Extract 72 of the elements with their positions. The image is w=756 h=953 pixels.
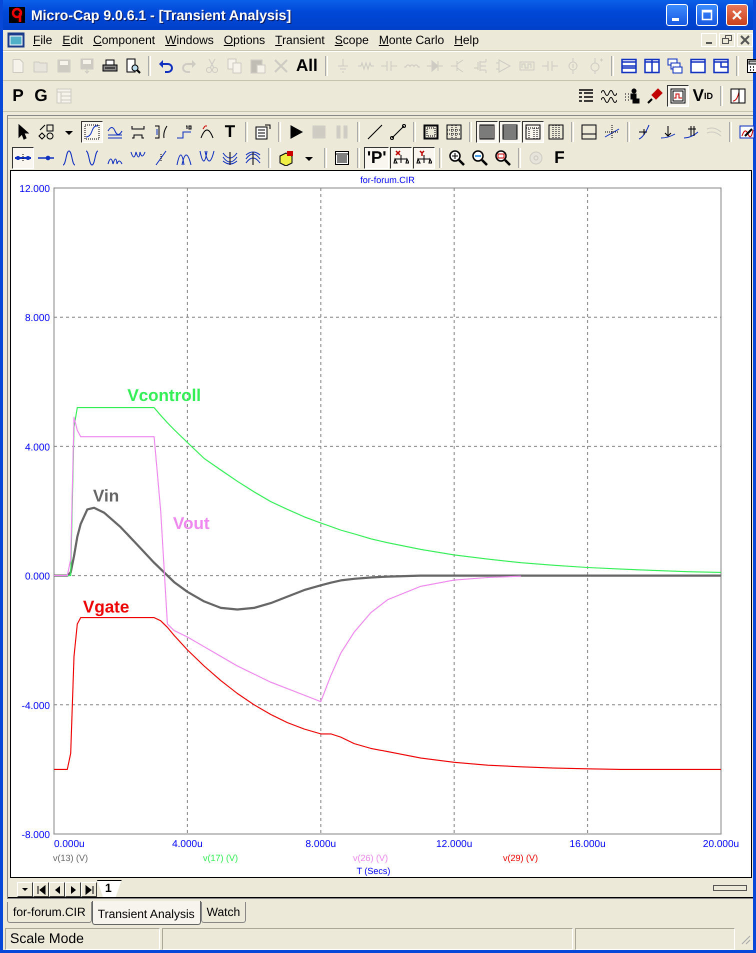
close-button[interactable] <box>737 33 753 47</box>
menu-item[interactable]: Windows <box>160 33 219 47</box>
menu-item[interactable]: Transient <box>270 33 330 47</box>
curve-label: Vcontroll <box>127 386 202 406</box>
next-page-button[interactable] <box>65 882 81 897</box>
axis-tick-label: 4.000 <box>24 442 50 454</box>
close-button[interactable] <box>726 4 748 26</box>
scope-screen-icon[interactable] <box>666 85 689 107</box>
curve-label: Vin <box>93 486 120 506</box>
toolbar-button[interactable]: P <box>7 85 29 107</box>
axis-tick-label: 20.000u <box>702 839 740 850</box>
menu-item[interactable]: Component <box>88 33 160 47</box>
axis-tick-label: -8.000 <box>22 830 50 841</box>
menu-item[interactable]: Options <box>218 33 270 47</box>
horizontal-lines-icon[interactable] <box>499 121 521 143</box>
axis-tick-label: -4.000 <box>22 700 50 712</box>
axis-tick-label: 0.000u <box>54 839 85 850</box>
axis-tick-label: 12.000u <box>436 839 472 850</box>
data-point-icon[interactable] <box>12 146 34 168</box>
axis-tick-label: 8.000 <box>24 313 50 324</box>
menu-item[interactable]: File <box>28 33 58 47</box>
curve-label: Vout <box>173 514 210 533</box>
axis-tick-label: 16.000u <box>570 839 606 850</box>
axis-tick-label: 4.000u <box>172 839 203 850</box>
y-scale-icon[interactable] <box>413 146 436 168</box>
axis-tick-label: 0.000 <box>24 572 50 583</box>
dotted-grid-icon[interactable] <box>522 121 544 143</box>
menu-item[interactable]: Scope <box>330 33 374 47</box>
close-icon <box>731 9 743 21</box>
maximize-button[interactable] <box>696 4 718 26</box>
toolbar-button[interactable]: T <box>219 121 241 143</box>
vertical-lines-icon[interactable] <box>476 121 498 143</box>
x-scale-icon[interactable] <box>390 146 412 168</box>
status-text: Scale Mode <box>5 928 160 950</box>
menu-item[interactable]: Edit <box>57 33 88 47</box>
toolbar-button[interactable]: All <box>293 55 321 77</box>
toolbar-button[interactable]: G <box>30 85 52 107</box>
close-icon <box>740 35 750 45</box>
chart-title: for-forum.CIR <box>360 175 415 185</box>
curve-label: Vgate <box>83 598 130 617</box>
minimize-icon <box>706 42 712 44</box>
curve-select-icon[interactable] <box>81 121 103 143</box>
minimize-icon <box>672 18 678 20</box>
last-page-button[interactable] <box>81 882 97 897</box>
splitter-handle[interactable] <box>713 885 747 891</box>
minimize-button[interactable] <box>666 4 688 26</box>
minimize-button[interactable] <box>701 33 717 47</box>
page-tab[interactable]: 1 <box>97 880 122 897</box>
first-page-button[interactable] <box>33 882 49 897</box>
menu-item[interactable]: Monte Carlo <box>374 33 450 47</box>
axis-title: T (Secs) <box>356 866 390 876</box>
document-tab[interactable]: Watch <box>200 902 246 923</box>
document-window-icon[interactable] <box>7 32 25 48</box>
previous-page-button[interactable] <box>49 882 65 897</box>
last-icon <box>84 884 94 894</box>
restore-icon <box>722 35 732 45</box>
menu-item[interactable]: Help <box>449 33 484 47</box>
toolbar-button[interactable]: F <box>548 146 570 168</box>
axis-tick-label: 8.000u <box>306 839 336 850</box>
maximize-icon <box>701 9 713 21</box>
first-icon <box>36 884 46 894</box>
legend-label[interactable]: v(29) (V) <box>503 853 538 863</box>
axis-tick-label: 12.000 <box>19 184 50 195</box>
restore-button[interactable] <box>719 33 735 47</box>
window-title: Micro-Cap 9.0.6.1 - [Transient Analysis] <box>31 7 292 23</box>
toolbar-button[interactable]: 'P' <box>364 146 390 168</box>
legend-label[interactable]: v(13) (V) <box>53 853 88 863</box>
document-tab[interactable]: Transient Analysis <box>92 901 201 925</box>
document-tab[interactable]: for-forum.CIR <box>7 902 92 923</box>
page-list-button[interactable] <box>17 882 33 897</box>
line-with-points-icon[interactable] <box>387 121 409 143</box>
app-logo-icon <box>9 7 25 23</box>
